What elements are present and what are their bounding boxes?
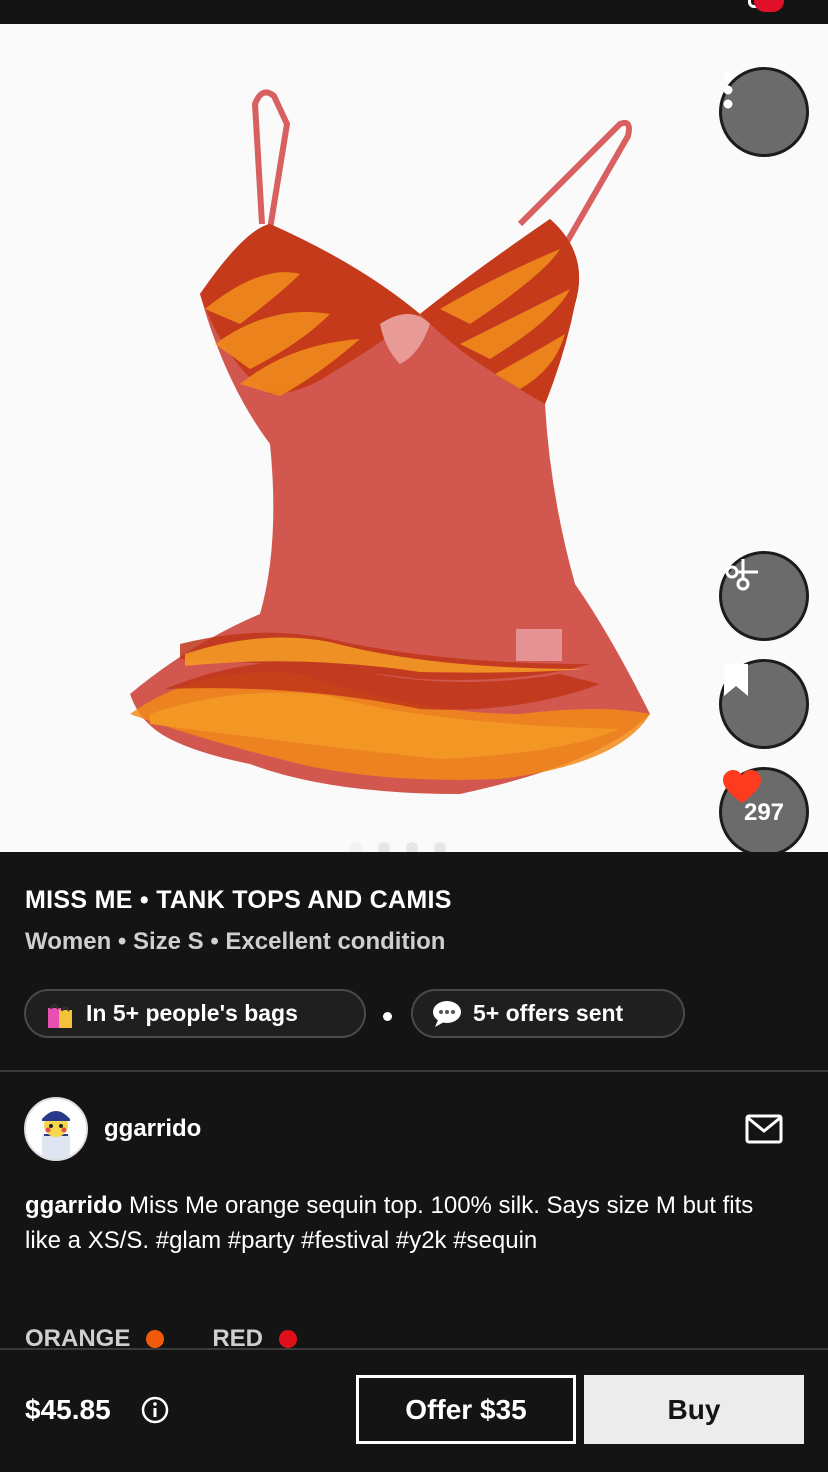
- shopping-bag-icon: [44, 998, 76, 1030]
- sequin-top-image: [130, 89, 650, 794]
- pager-dot[interactable]: [378, 842, 390, 852]
- price-info-button[interactable]: [141, 1396, 169, 1428]
- pager-dot[interactable]: [406, 842, 418, 852]
- price: $45.85: [25, 1394, 111, 1425]
- message-seller-button[interactable]: [745, 1114, 783, 1148]
- section-divider: [0, 1070, 828, 1072]
- info-icon: [141, 1396, 169, 1424]
- seller-username[interactable]: ggarrido: [104, 1115, 201, 1143]
- product-photo[interactable]: 297: [0, 24, 828, 852]
- separator-dot: [383, 1012, 392, 1021]
- color-swatch-orange: [146, 1330, 165, 1348]
- bookmark-icon: [724, 664, 748, 696]
- style-match-button[interactable]: [719, 551, 809, 641]
- pager-dot[interactable]: [350, 842, 362, 852]
- pager-dot[interactable]: [434, 842, 446, 852]
- more-vertical-icon: [723, 71, 733, 109]
- style-match-icon: [725, 559, 758, 591]
- purchase-bar: $45.85 Offer $35 Buy: [0, 1348, 828, 1472]
- speech-bubble-icon: [431, 998, 463, 1030]
- listing-description: ggarrido Miss Me orange sequin top. 100%…: [25, 1188, 785, 1258]
- description-text: Miss Me orange sequin top. 100% silk. Sa…: [25, 1192, 754, 1254]
- avatar[interactable]: [24, 1097, 88, 1161]
- photo-pager[interactable]: [350, 842, 446, 852]
- listing-meta: Women • Size S • Excellent condition: [25, 928, 446, 955]
- description-author[interactable]: ggarrido: [25, 1192, 122, 1219]
- more-options-button[interactable]: [719, 67, 809, 157]
- offer-button[interactable]: Offer $35: [356, 1375, 576, 1444]
- brand-category[interactable]: MISS ME • TANK TOPS AND CAMIS: [25, 886, 452, 915]
- mail-icon: [745, 1114, 783, 1144]
- bags-badge: In 5+ people's bags: [24, 989, 366, 1038]
- notification-badge: [754, 0, 784, 12]
- like-button[interactable]: 297: [719, 767, 809, 852]
- status-bar: [0, 0, 828, 24]
- save-button[interactable]: [719, 659, 809, 749]
- color-swatch-red: [279, 1330, 298, 1348]
- offers-badge-label: 5+ offers sent: [473, 1000, 624, 1026]
- bags-badge-label: In 5+ people's bags: [86, 1000, 298, 1026]
- offers-badge: 5+ offers sent: [411, 989, 685, 1038]
- heart-icon: [723, 770, 761, 803]
- buy-button[interactable]: Buy: [584, 1375, 804, 1444]
